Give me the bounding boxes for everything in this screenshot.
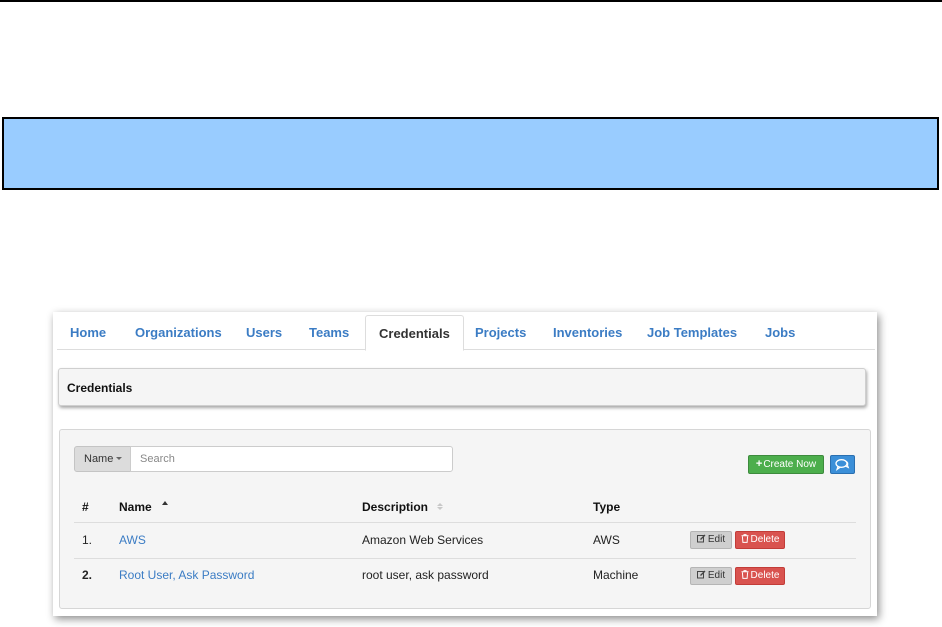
tab-inventories[interactable]: Inventories <box>553 315 622 350</box>
edit-button[interactable]: Edit <box>690 567 732 585</box>
plus-icon: + <box>755 458 763 470</box>
tab-users[interactable]: Users <box>246 315 282 350</box>
caret-down-icon <box>116 457 123 460</box>
edit-button[interactable]: Edit <box>690 531 732 549</box>
tab-home[interactable]: Home <box>70 315 106 350</box>
create-now-button[interactable]: +Create Now <box>748 455 824 474</box>
search-field-label: Name <box>84 453 114 465</box>
banner <box>2 117 939 190</box>
tab-job-templates[interactable]: Job Templates <box>647 315 737 350</box>
trash-icon <box>741 534 749 543</box>
credential-name-link[interactable]: AWS <box>119 533 146 547</box>
edit-icon <box>696 534 706 543</box>
column-header-type: Type <box>593 500 621 514</box>
credential-type: AWS <box>593 533 620 547</box>
edit-label: Edit <box>707 534 726 545</box>
column-header-name-label: Name <box>119 500 152 514</box>
delete-label: Delete <box>750 534 780 545</box>
column-header-index: # <box>82 500 89 514</box>
top-rule <box>0 0 942 2</box>
column-header-name[interactable]: Name <box>119 500 168 514</box>
sort-ascending-icon <box>161 501 168 505</box>
column-header-description-label: Description <box>362 500 429 514</box>
credential-description: Amazon Web Services <box>362 533 484 547</box>
search-group: Name <box>74 446 453 472</box>
credentials-list-panel: Name +Create Now # Name Description Type… <box>59 429 871 609</box>
tab-organizations[interactable]: Organizations <box>135 315 222 350</box>
header-divider <box>74 522 856 523</box>
chat-icon <box>835 459 850 472</box>
delete-button[interactable]: Delete <box>735 531 785 549</box>
credential-name-link[interactable]: Root User, Ask Password <box>119 568 254 582</box>
search-field-dropdown[interactable]: Name <box>74 446 131 472</box>
trash-icon <box>741 570 749 579</box>
app-screenshot: Home Organizations Users Teams Credentia… <box>53 312 877 616</box>
tab-credentials[interactable]: Credentials <box>365 315 464 351</box>
credential-description: root user, ask password <box>362 568 489 582</box>
edit-label: Edit <box>707 570 726 581</box>
edit-icon <box>696 570 706 579</box>
page-title: Credentials <box>67 381 133 395</box>
search-input[interactable] <box>130 446 453 472</box>
column-header-description[interactable]: Description <box>362 500 444 514</box>
delete-button[interactable]: Delete <box>735 567 785 585</box>
delete-label: Delete <box>750 570 780 581</box>
row-index: 1. <box>82 533 93 547</box>
tab-projects[interactable]: Projects <box>475 315 526 350</box>
chat-button[interactable] <box>830 455 855 474</box>
row-index: 2. <box>82 568 93 582</box>
tab-teams[interactable]: Teams <box>309 315 349 350</box>
nav-tabs: Home Organizations Users Teams Credentia… <box>57 315 875 351</box>
credential-type: Machine <box>593 568 639 582</box>
row-divider <box>74 558 856 559</box>
tab-jobs[interactable]: Jobs <box>765 315 795 350</box>
page-title-panel: Credentials <box>58 368 866 406</box>
sort-icon <box>437 503 444 510</box>
create-now-label: Create Now <box>763 459 817 470</box>
